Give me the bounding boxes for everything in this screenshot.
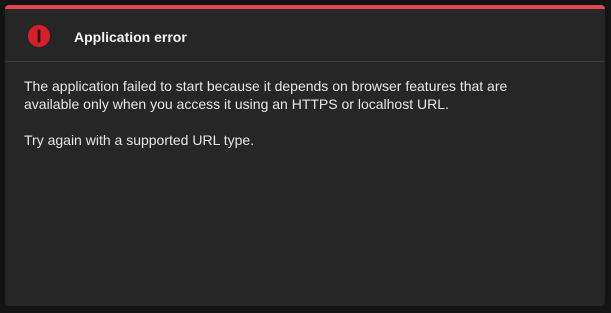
error-dialog: Application error The application failed… [5,5,605,306]
error-message-line-2: available only when you access it using … [24,96,449,112]
dialog-title: Application error [74,29,187,45]
dialog-body: The application failed to start because … [24,77,584,149]
error-message-line-1: The application failed to start because … [24,78,508,94]
error-icon [27,24,51,48]
header-divider [5,61,605,62]
dialog-header: Application error [5,9,605,61]
retry-instruction: Try again with a supported URL type. [24,132,255,148]
